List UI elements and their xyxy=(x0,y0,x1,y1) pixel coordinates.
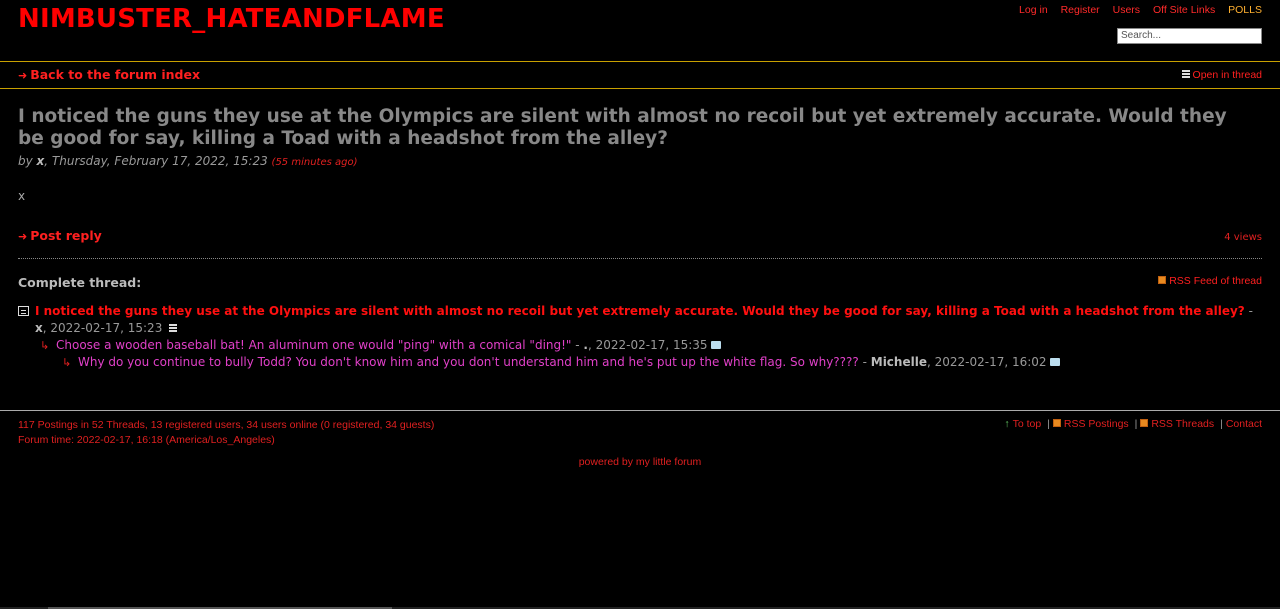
arrow-up-icon: ↑ xyxy=(1004,418,1010,430)
rss-postings-link[interactable]: RSS Postings xyxy=(1052,418,1129,430)
speech-bubble-icon xyxy=(710,341,721,349)
thread-root-date: , 2022-02-17, 15:23 xyxy=(42,321,163,335)
to-top-label: To top xyxy=(1012,418,1042,430)
back-to-index-label: Back to the forum index xyxy=(30,67,201,82)
separator: | xyxy=(1134,418,1138,430)
thread-tree: I noticed the guns they use at the Olymp… xyxy=(18,303,1262,371)
subnav-top-border xyxy=(0,61,1280,62)
stats-line: 117 Postings in 52 Threads, 13 registere… xyxy=(18,419,435,431)
polls-link[interactable]: POLLS xyxy=(1228,4,1262,16)
separator: - xyxy=(1244,304,1253,318)
search-input[interactable]: Search... xyxy=(1117,28,1262,44)
back-to-index-link[interactable]: ➜ Back to the forum index xyxy=(18,67,200,82)
reply-arrow-icon: ↳ xyxy=(62,356,72,369)
separator: - xyxy=(858,355,871,369)
rss-threads-label: RSS Threads xyxy=(1151,418,1215,430)
footer-navigation: ↑ To top | RSS Postings | RSS Threads | Cont… xyxy=(1004,418,1262,430)
post-reply-label: Post reply xyxy=(30,228,102,243)
reply-title[interactable]: Why do you continue to bully Todd? You d… xyxy=(78,355,859,369)
register-link[interactable]: Register xyxy=(1061,4,1100,16)
thread-reply-item: ↳ Why do you continue to bully Todd? You… xyxy=(18,354,1262,371)
reply-arrow-icon: ↳ xyxy=(40,339,50,352)
view-count: 4 views xyxy=(1224,232,1262,243)
post-age: (55 minutes ago) xyxy=(271,157,358,168)
forum-time: Forum time: 2022-02-17, 16:18 (America/L… xyxy=(18,434,275,446)
posting-icon xyxy=(18,306,29,316)
post-body: x xyxy=(18,189,26,203)
thread-reply-item: ↳ Choose a wooden baseball bat! An alumi… xyxy=(18,337,1262,354)
site-title[interactable]: NIMBUSTER_HATEANDFLAME xyxy=(18,4,445,34)
subnav-bottom-border xyxy=(0,88,1280,89)
rss-postings-label: RSS Postings xyxy=(1063,418,1129,430)
reply-date: , 2022-02-17, 16:02 xyxy=(926,355,1047,369)
users-link[interactable]: Users xyxy=(1113,4,1140,16)
open-in-thread-label: Open in thread xyxy=(1192,69,1262,81)
offsite-links-link[interactable]: Off Site Links xyxy=(1153,4,1215,16)
to-top-link[interactable]: ↑ To top xyxy=(1004,418,1041,430)
by-label: by xyxy=(18,154,33,168)
thread-root-author: x xyxy=(35,321,43,335)
post-reply-button[interactable]: ➜ Post reply xyxy=(18,228,102,243)
login-link[interactable]: Log in xyxy=(1019,4,1048,16)
post-date: , Thursday, February 17, 2022, 15:23 xyxy=(44,154,268,168)
reply-date: , 2022-02-17, 15:35 xyxy=(587,338,708,352)
top-navigation: Log in Register Users Off Site Links POL… xyxy=(1009,4,1262,16)
thread-view-icon xyxy=(1181,70,1190,78)
rss-icon xyxy=(1052,419,1061,427)
separator: - xyxy=(571,338,584,352)
contact-link[interactable]: Contact xyxy=(1226,418,1262,430)
arrow-right-icon: ➜ xyxy=(18,69,28,82)
reply-author: Michelle xyxy=(870,355,927,369)
powered-by-link[interactable]: powered by my little forum xyxy=(0,456,1280,468)
speech-bubble-icon xyxy=(1049,358,1060,366)
thread-root-item: I noticed the guns they use at the Olymp… xyxy=(18,303,1262,337)
arrow-right-icon: ➜ xyxy=(18,230,28,243)
dotted-divider xyxy=(18,258,1262,259)
separator: | xyxy=(1047,418,1050,430)
rss-icon xyxy=(1140,419,1149,427)
rss-feed-thread-link[interactable]: RSS Feed of thread xyxy=(1158,275,1262,287)
post-meta: by x, Thursday, February 17, 2022, 15:23… xyxy=(18,154,358,168)
footer-divider xyxy=(0,410,1280,411)
separator: | xyxy=(1220,418,1223,430)
reply-title[interactable]: Choose a wooden baseball bat! An aluminu… xyxy=(56,338,571,352)
open-in-thread-link[interactable]: Open in thread xyxy=(1181,69,1262,81)
thread-root-title[interactable]: I noticed the guns they use at the Olymp… xyxy=(35,304,1245,318)
post-title: I noticed the guns they use at the Olymp… xyxy=(18,106,1227,149)
complete-thread-heading: Complete thread: xyxy=(18,275,142,290)
thread-view-icon[interactable] xyxy=(169,324,178,332)
rss-feed-thread-label: RSS Feed of thread xyxy=(1169,275,1262,287)
rss-icon xyxy=(1158,276,1167,284)
rss-threads-link[interactable]: RSS Threads xyxy=(1140,418,1214,430)
forum-stats: 117 Postings in 52 Threads, 13 registere… xyxy=(18,418,434,448)
